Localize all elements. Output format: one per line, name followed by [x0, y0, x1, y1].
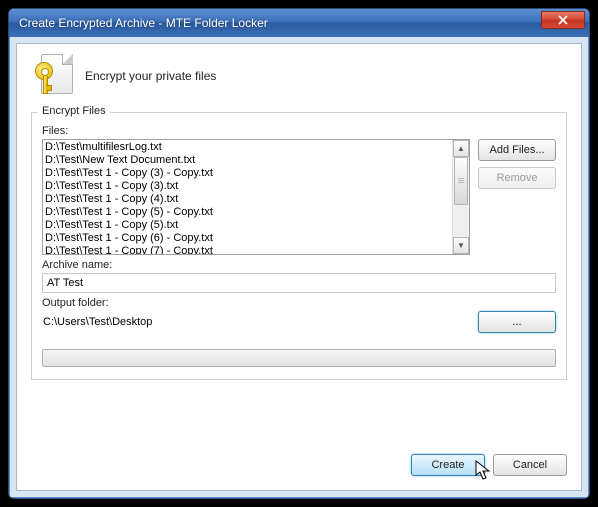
- files-list-content: D:\Test\multifilesrLog.txt D:\Test\New T…: [43, 140, 452, 254]
- archive-name-input[interactable]: [42, 273, 556, 293]
- scroll-track[interactable]: [453, 157, 469, 237]
- file-item[interactable]: D:\Test\Test 1 - Copy (5) - Copy.txt: [45, 206, 450, 219]
- close-button[interactable]: [541, 11, 585, 29]
- file-item[interactable]: D:\Test\multifilesrLog.txt: [45, 141, 450, 154]
- remove-button: Remove: [478, 167, 556, 189]
- group-title: Encrypt Files: [38, 105, 110, 117]
- progress-bar: [42, 349, 556, 367]
- cancel-button[interactable]: Cancel: [493, 454, 567, 476]
- add-files-button[interactable]: Add Files...: [478, 139, 556, 161]
- window-title: Create Encrypted Archive - MTE Folder Lo…: [19, 16, 541, 30]
- output-folder-input[interactable]: [42, 312, 470, 332]
- files-listbox[interactable]: D:\Test\multifilesrLog.txt D:\Test\New T…: [42, 139, 470, 255]
- file-item[interactable]: D:\Test\Test 1 - Copy (4).txt: [45, 193, 450, 206]
- header: Encrypt your private files: [31, 54, 567, 98]
- close-icon: [558, 15, 568, 25]
- key-page-icon: [35, 54, 75, 98]
- file-item[interactable]: D:\Test\Test 1 - Copy (6) - Copy.txt: [45, 232, 450, 245]
- footer: Create Cancel: [31, 440, 567, 476]
- titlebar[interactable]: Create Encrypted Archive - MTE Folder Lo…: [9, 9, 589, 37]
- encrypt-files-group: Encrypt Files Files: D:\Test\multifilesr…: [31, 112, 567, 380]
- dialog-window: Create Encrypted Archive - MTE Folder Lo…: [8, 8, 590, 499]
- output-folder-label: Output folder:: [42, 297, 556, 309]
- files-scrollbar[interactable]: ▲ ▼: [452, 140, 469, 254]
- file-item[interactable]: D:\Test\New Text Document.txt: [45, 154, 450, 167]
- scroll-thumb[interactable]: [454, 157, 468, 205]
- window-frame: Encrypt your private files Encrypt Files…: [9, 37, 589, 498]
- archive-name-label: Archive name:: [42, 259, 556, 271]
- scroll-down-button[interactable]: ▼: [453, 237, 469, 254]
- file-item[interactable]: D:\Test\Test 1 - Copy (7) - Copy.txt: [45, 245, 450, 254]
- scroll-up-button[interactable]: ▲: [453, 140, 469, 157]
- create-button[interactable]: Create: [411, 454, 485, 476]
- browse-button[interactable]: ...: [478, 311, 556, 333]
- header-subtitle: Encrypt your private files: [85, 69, 216, 83]
- files-label: Files:: [42, 125, 556, 137]
- file-item[interactable]: D:\Test\Test 1 - Copy (5).txt: [45, 219, 450, 232]
- file-item[interactable]: D:\Test\Test 1 - Copy (3) - Copy.txt: [45, 167, 450, 180]
- file-item[interactable]: D:\Test\Test 1 - Copy (3).txt: [45, 180, 450, 193]
- client-area: Encrypt your private files Encrypt Files…: [16, 43, 582, 491]
